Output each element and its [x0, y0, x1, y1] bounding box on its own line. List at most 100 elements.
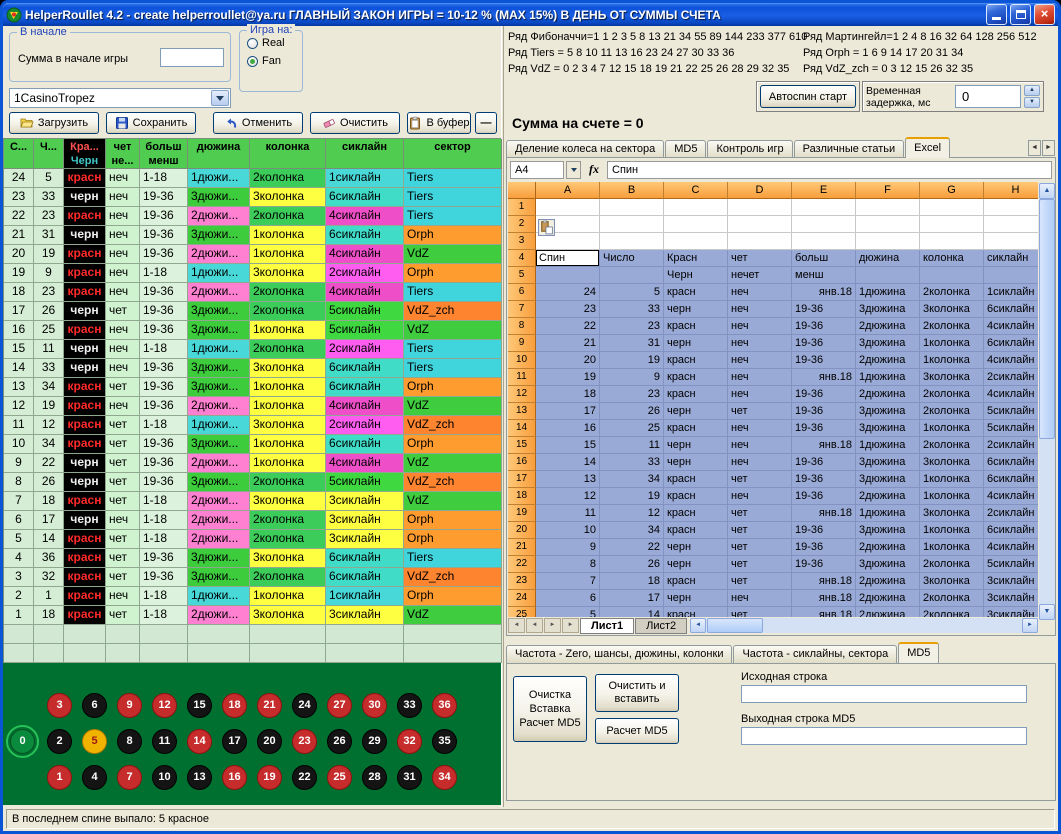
excel-cell-B3[interactable] [600, 233, 664, 250]
excel-cell-E21[interactable]: 19-36 [792, 539, 856, 556]
excel-cell-F16[interactable]: 3дюжина [856, 454, 920, 471]
excel-cell-G21[interactable]: 1колонка [920, 539, 984, 556]
board-number-12[interactable]: 12 [152, 693, 177, 718]
board-number-31[interactable]: 31 [397, 765, 422, 790]
excel-cell-H20[interactable]: 6сиклайн [984, 522, 1038, 539]
excel-cell-D18[interactable]: неч [728, 488, 792, 505]
tab-md5-frequency[interactable]: MD5 [898, 642, 939, 663]
board-number-20[interactable]: 20 [257, 729, 282, 754]
excel-cell-C1[interactable] [664, 199, 728, 216]
excel-cell-D12[interactable]: неч [728, 386, 792, 403]
spinner-up-icon[interactable]: ▲ [1024, 85, 1040, 96]
excel-cell-G16[interactable]: 3колонка [920, 454, 984, 471]
excel-cell-C12[interactable]: красн [664, 386, 728, 403]
scroll-right-icon[interactable]: ► [1022, 618, 1038, 633]
excel-cell-D24[interactable]: неч [728, 590, 792, 607]
excel-cell-A17[interactable]: 13 [536, 471, 600, 488]
casino-select[interactable]: 1CasinoTropez [9, 88, 231, 108]
excel-cell-F7[interactable]: 3дюжина [856, 301, 920, 318]
board-number-32[interactable]: 32 [397, 729, 422, 754]
board-number-27[interactable]: 27 [327, 693, 352, 718]
excel-cell-A23[interactable]: 7 [536, 573, 600, 590]
excel-cell-C4[interactable]: Красн [664, 250, 728, 267]
undo-button[interactable]: Отменить [213, 112, 303, 134]
tab-scroll-left-icon[interactable]: ◄ [1028, 140, 1041, 156]
md5-output-input[interactable] [741, 727, 1027, 745]
excel-cell-D6[interactable]: неч [728, 284, 792, 301]
excel-cell-E19[interactable]: янв.18 [792, 505, 856, 522]
excel-cell-B19[interactable]: 12 [600, 505, 664, 522]
excel-row-header-14[interactable]: 14 [508, 420, 536, 437]
excel-cell-E16[interactable]: 19-36 [792, 454, 856, 471]
excel-cell-A24[interactable]: 6 [536, 590, 600, 607]
excel-row-header-10[interactable]: 10 [508, 352, 536, 369]
excel-horizontal-scrollbar[interactable]: ◄ ► [690, 618, 1038, 633]
board-number-6[interactable]: 6 [82, 693, 107, 718]
excel-cell-A6[interactable]: 24 [536, 284, 600, 301]
excel-cell-E22[interactable]: 19-36 [792, 556, 856, 573]
name-box-dropdown-icon[interactable] [566, 161, 581, 179]
tab-md5[interactable]: MD5 [665, 140, 706, 158]
excel-cell-G19[interactable]: 3колонка [920, 505, 984, 522]
excel-cell-E6[interactable]: янв.18 [792, 284, 856, 301]
excel-cell-F10[interactable]: 2дюжина [856, 352, 920, 369]
excel-cell-B24[interactable]: 17 [600, 590, 664, 607]
board-number-13[interactable]: 13 [187, 765, 212, 790]
tab-freq-zero-chances[interactable]: Частота - Zero, шансы, дюжины, колонки [506, 645, 732, 663]
sheet-last-icon[interactable]: ► [562, 618, 579, 633]
excel-cell-G9[interactable]: 1колонка [920, 335, 984, 352]
tab-game-control[interactable]: Контроль игр [707, 140, 792, 158]
excel-cell-D17[interactable]: чет [728, 471, 792, 488]
excel-cell-E24[interactable]: янв.18 [792, 590, 856, 607]
excel-cell-G24[interactable]: 2колонка [920, 590, 984, 607]
excel-cell-H19[interactable]: 2сиклайн [984, 505, 1038, 522]
excel-cell-F9[interactable]: 3дюжина [856, 335, 920, 352]
excel-cell-C14[interactable]: красн [664, 420, 728, 437]
excel-cell-E17[interactable]: 19-36 [792, 471, 856, 488]
excel-row-header-17[interactable]: 17 [508, 471, 536, 488]
excel-cell-G14[interactable]: 1колонка [920, 420, 984, 437]
board-number-17[interactable]: 17 [222, 729, 247, 754]
excel-cell-D5[interactable]: нечет [728, 267, 792, 284]
excel-cell-C13[interactable]: черн [664, 403, 728, 420]
radio-option-real[interactable]: Real [247, 37, 302, 49]
board-number-21[interactable]: 21 [257, 693, 282, 718]
excel-cell-H7[interactable]: 6сиклайн [984, 301, 1038, 318]
excel-cell-H16[interactable]: 6сиклайн [984, 454, 1038, 471]
excel-cell-C24[interactable]: черн [664, 590, 728, 607]
excel-cell-G23[interactable]: 3колонка [920, 573, 984, 590]
excel-cell-A20[interactable]: 10 [536, 522, 600, 539]
excel-cell-H11[interactable]: 2сиклайн [984, 369, 1038, 386]
excel-cell-F20[interactable]: 3дюжина [856, 522, 920, 539]
excel-cell-D15[interactable]: неч [728, 437, 792, 454]
excel-cell-C20[interactable]: красн [664, 522, 728, 539]
excel-cell-F24[interactable]: 2дюжина [856, 590, 920, 607]
excel-row-header-22[interactable]: 22 [508, 556, 536, 573]
excel-cell-H18[interactable]: 4сиклайн [984, 488, 1038, 505]
sheet-next-icon[interactable]: ► [544, 618, 561, 633]
excel-row-header-19[interactable]: 19 [508, 505, 536, 522]
excel-cell-D22[interactable]: чет [728, 556, 792, 573]
excel-column-header-H[interactable]: H [984, 182, 1038, 199]
excel-cell-B7[interactable]: 33 [600, 301, 664, 318]
excel-cell-H13[interactable]: 5сиклайн [984, 403, 1038, 420]
excel-cell-C18[interactable]: красн [664, 488, 728, 505]
tab-excel[interactable]: Excel [905, 137, 950, 158]
board-number-3[interactable]: 3 [47, 693, 72, 718]
excel-vertical-scrollbar[interactable]: ▲ ▼ [1039, 183, 1055, 620]
board-number-9[interactable]: 9 [117, 693, 142, 718]
paste-options-icon[interactable] [538, 219, 555, 236]
board-number-29[interactable]: 29 [362, 729, 387, 754]
excel-row-header-8[interactable]: 8 [508, 318, 536, 335]
excel-cell-E20[interactable]: 19-36 [792, 522, 856, 539]
excel-cell-C21[interactable]: черн [664, 539, 728, 556]
excel-cell-H14[interactable]: 5сиклайн [984, 420, 1038, 437]
excel-column-header-C[interactable]: C [664, 182, 728, 199]
excel-cell-E8[interactable]: 19-36 [792, 318, 856, 335]
excel-cell-A21[interactable]: 9 [536, 539, 600, 556]
excel-cell-A5[interactable] [536, 267, 600, 284]
excel-cell-G4[interactable]: колонка [920, 250, 984, 267]
save-button[interactable]: Сохранить [106, 112, 196, 134]
close-button[interactable]: × [1034, 4, 1055, 25]
sheet-first-icon[interactable]: ◄ [508, 618, 525, 633]
